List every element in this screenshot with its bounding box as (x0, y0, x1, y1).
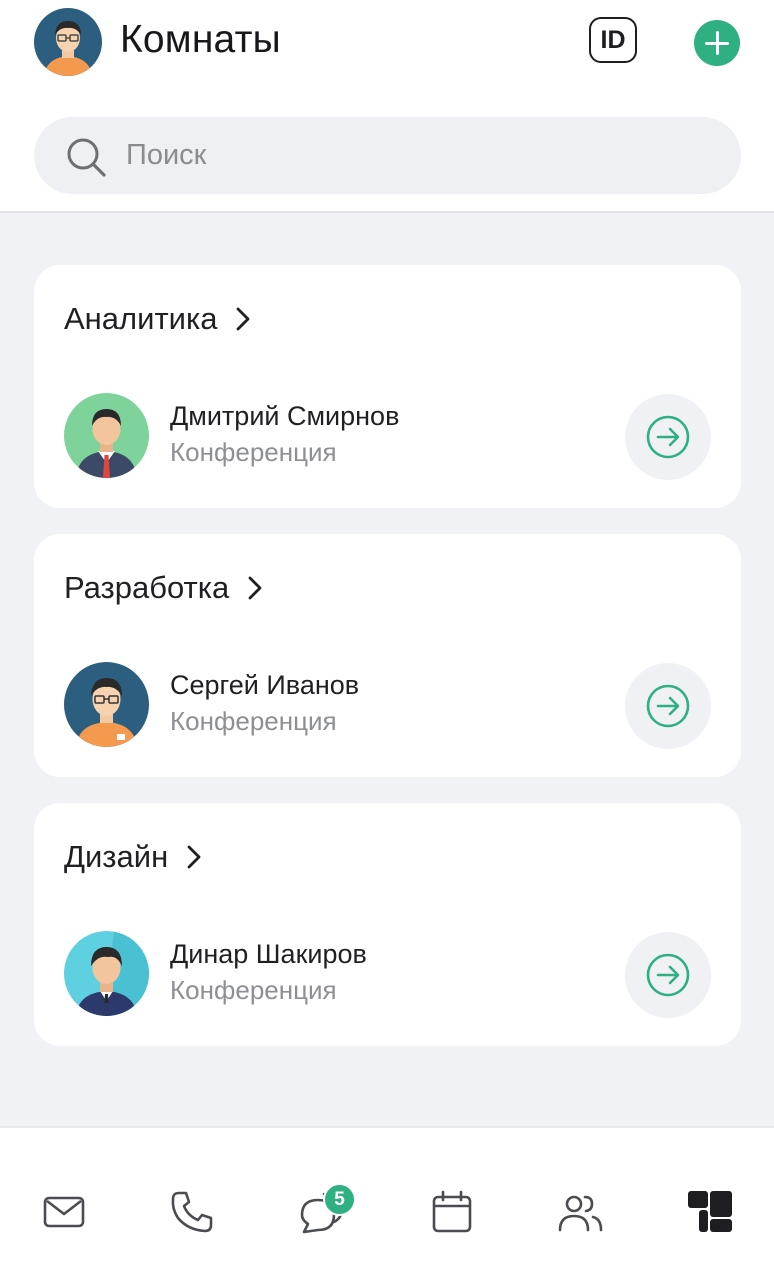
bottom-tab-bar (0, 1126, 774, 1278)
contact-status: Конференция (170, 706, 337, 736)
room-card: Разработка Сергей Иванов Конференция (34, 534, 741, 777)
contact-avatar (64, 393, 149, 478)
arrow-right-circle-icon (646, 415, 690, 459)
contact-avatar (64, 662, 149, 747)
arrow-right-circle-icon (646, 684, 690, 728)
chevron-right-icon (237, 307, 250, 331)
tab-mail[interactable] (38, 1186, 90, 1238)
top-header: Комнаты ID (0, 0, 774, 213)
tab-contacts[interactable] (555, 1186, 607, 1238)
contact-status: Конференция (170, 437, 337, 467)
rooms-icon (688, 1191, 732, 1232)
room-card: Дизайн Динар Шакиров Конференция (34, 803, 741, 1046)
tab-calls[interactable] (166, 1186, 218, 1238)
room-title: Разработка (64, 570, 230, 605)
room-title: Аналитика (64, 301, 218, 336)
contact-name: Динар Шакиров (170, 939, 367, 969)
search-bar[interactable] (34, 117, 741, 194)
room-title-link[interactable]: Разработка (64, 570, 265, 606)
room-title: Дизайн (64, 839, 169, 874)
calendar-icon (432, 1190, 472, 1233)
add-room-button[interactable] (694, 20, 740, 66)
search-input[interactable] (126, 117, 706, 194)
arrow-right-circle-icon (646, 953, 690, 997)
id-button-label: ID (600, 25, 626, 54)
phone-icon (171, 1191, 213, 1233)
page-title: Комнаты (120, 18, 281, 61)
contact-name: Дмитрий Смирнов (170, 401, 400, 431)
user-avatar[interactable] (34, 8, 102, 76)
chevron-right-icon (187, 845, 201, 869)
chevron-right-icon (248, 576, 262, 600)
unread-badge: 5 (323, 1183, 356, 1216)
room-title-link[interactable]: Дизайн (64, 839, 204, 875)
tab-rooms[interactable] (684, 1186, 736, 1238)
room-card: Аналитика Дмитрий Смирнов Конференция (34, 265, 741, 508)
contact-name: Сергей Иванов (170, 670, 360, 700)
contacts-icon (558, 1195, 603, 1232)
contact-avatar (64, 931, 149, 1016)
join-room-button[interactable] (625, 932, 711, 1018)
room-title-link[interactable]: Аналитика (64, 301, 253, 337)
tab-calendar[interactable] (426, 1186, 478, 1238)
contact-status: Конференция (170, 975, 337, 1005)
search-icon (67, 138, 106, 177)
mail-icon (43, 1196, 85, 1228)
join-room-button[interactable] (625, 394, 711, 480)
join-room-button[interactable] (625, 663, 711, 749)
id-button[interactable]: ID (589, 17, 637, 63)
